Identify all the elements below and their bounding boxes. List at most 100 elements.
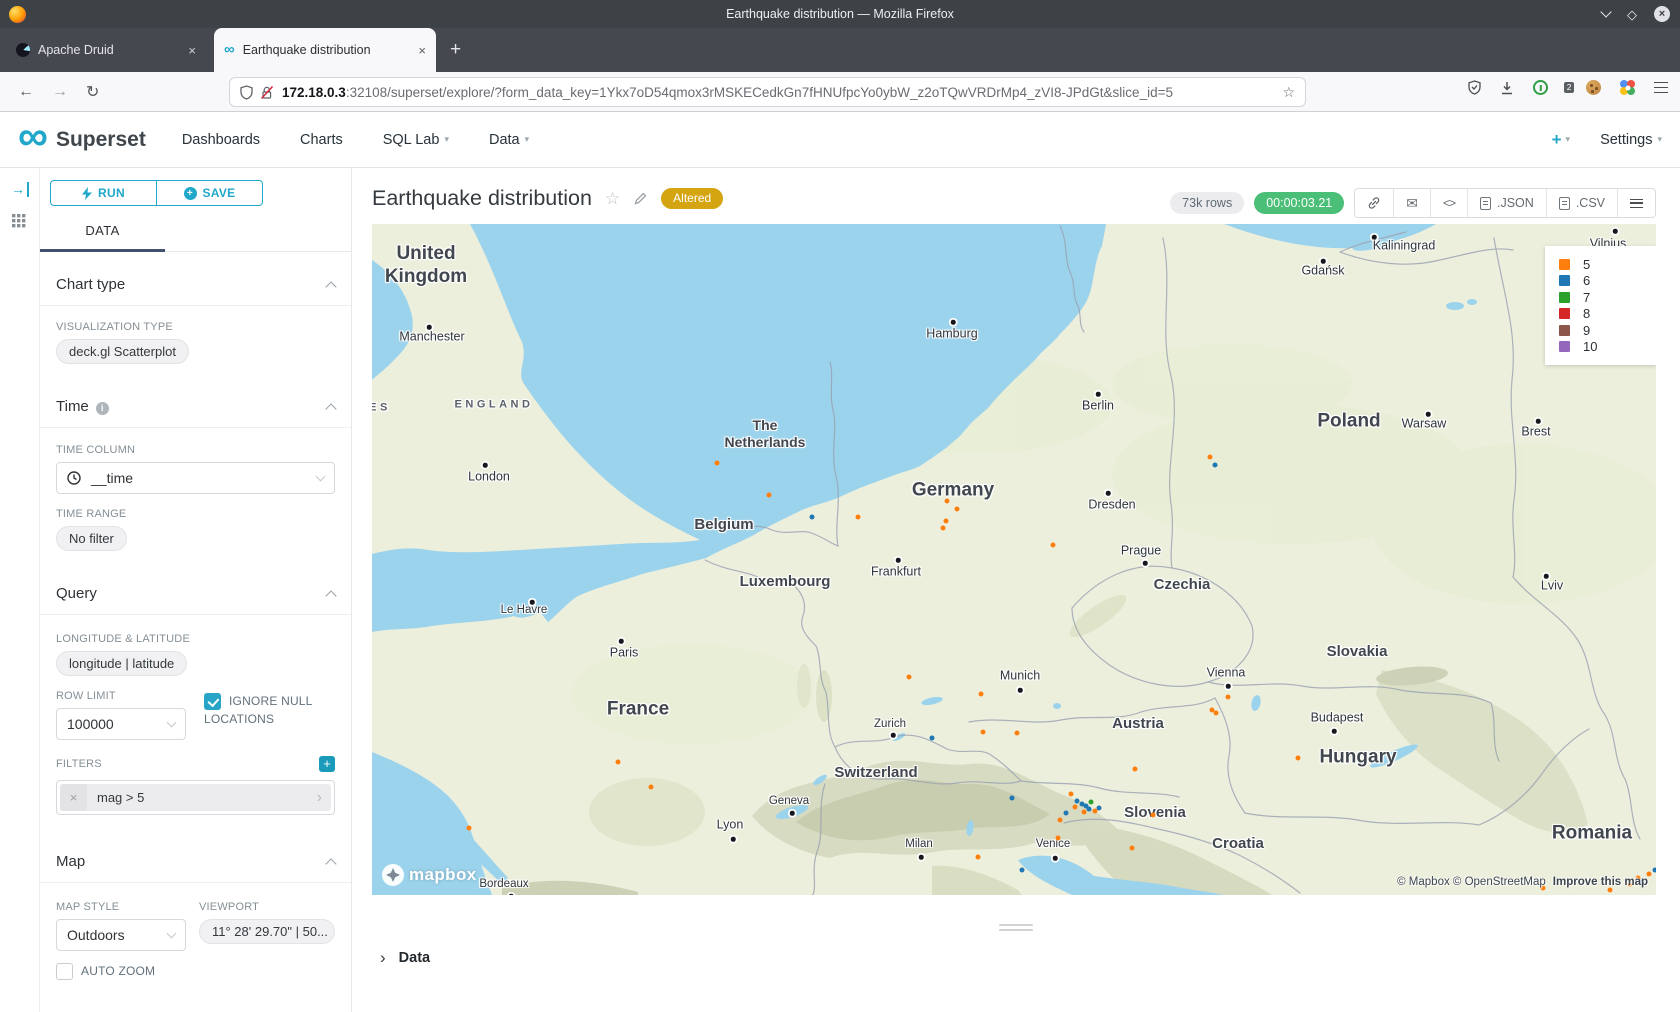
nav-item-charts[interactable]: Charts [300, 132, 343, 148]
data-point [810, 515, 815, 520]
add-filter-button[interactable]: + [319, 756, 335, 772]
pocket-shield-icon[interactable] [1468, 80, 1481, 95]
code-icon: <> [1443, 196, 1455, 210]
data-section-toggle[interactable]: › Data [380, 948, 430, 968]
ignore-null-checkbox[interactable] [204, 693, 221, 710]
map-label: Berlin [1082, 399, 1114, 414]
data-point [715, 461, 720, 466]
viewport-value[interactable]: 11° 28' 29.70" | 50... [199, 919, 335, 944]
section-query[interactable]: Query [56, 585, 335, 602]
row-limit-select[interactable]: 100000 [56, 708, 186, 740]
map-canvas[interactable]: United KingdomManchesterENGLANDLondonESL… [372, 224, 1656, 895]
data-point [1213, 463, 1218, 468]
reload-icon[interactable]: ↻ [86, 82, 99, 102]
data-point [1058, 818, 1063, 823]
new-tab-button[interactable]: + [450, 39, 461, 61]
map-label: Gdańsk [1301, 264, 1344, 279]
collapse-panel-icon[interactable]: → [11, 182, 29, 197]
nav-item-sql-lab[interactable]: SQL Lab▾ [383, 132, 449, 148]
filter-expand-icon[interactable]: › [317, 789, 331, 807]
remove-filter-icon[interactable]: × [60, 784, 87, 811]
data-point [941, 526, 946, 531]
data-point [1064, 811, 1069, 816]
favorite-star-icon[interactable]: ☆ [605, 189, 620, 209]
mapbox-logo[interactable]: mapbox [382, 864, 477, 886]
copy-link-button[interactable] [1355, 189, 1393, 217]
panel-drag-handle[interactable] [999, 924, 1033, 934]
legend-item[interactable]: 5 [1559, 256, 1656, 273]
window-close-icon[interactable]: × [1654, 6, 1670, 22]
legend-item[interactable]: 9 [1559, 322, 1656, 339]
superset-logo-icon[interactable]: ∞ [18, 121, 48, 151]
legend-item[interactable]: 6 [1559, 273, 1656, 290]
brand-name[interactable]: Superset [56, 128, 146, 152]
section-time[interactable]: Timei [56, 398, 335, 415]
add-new-button[interactable]: +▾ [1552, 130, 1570, 150]
embed-code-button[interactable]: <> [1430, 189, 1467, 217]
colorful-extension-icon[interactable] [1620, 80, 1635, 95]
data-point [1089, 800, 1094, 805]
map-label: Warsaw [1402, 417, 1447, 432]
extension-green-icon[interactable] [1533, 80, 1548, 95]
chart-menu-button[interactable] [1617, 189, 1655, 217]
section-chart-type[interactable]: Chart type [56, 276, 335, 293]
legend-item[interactable]: 10 [1559, 339, 1656, 356]
map-label: Luxembourg [740, 573, 831, 591]
back-icon[interactable]: ← [18, 83, 34, 101]
browser-tab-earthquake[interactable]: ∞ Earthquake distribution × [214, 28, 436, 72]
filter-item[interactable]: × mag > 5 › [60, 784, 331, 811]
mapbox-wordmark: mapbox [409, 865, 477, 885]
map-style-select[interactable]: Outdoors [56, 919, 186, 951]
forward-icon[interactable]: → [52, 83, 68, 101]
nav-item-data[interactable]: Data▾ [489, 132, 529, 148]
map-attribution: © Mapbox © OpenStreetMap [1397, 876, 1546, 888]
map-label: Switzerland [834, 764, 917, 782]
city-dot [919, 855, 924, 860]
auto-zoom-checkbox[interactable] [56, 963, 73, 980]
altered-badge[interactable]: Altered [661, 188, 723, 209]
chart-title: Earthquake distribution [372, 186, 592, 211]
save-button[interactable]: + SAVE [157, 180, 263, 206]
lonlat-value[interactable]: longitude | latitude [56, 651, 187, 676]
legend-label: 10 [1583, 339, 1597, 354]
export-csv-button[interactable]: .CSV [1546, 189, 1617, 217]
section-map[interactable]: Map [56, 853, 335, 870]
tab-data[interactable]: DATA [40, 223, 165, 238]
map-label: Brest [1521, 425, 1550, 440]
map-label: Croatia [1212, 835, 1264, 853]
data-point [981, 730, 986, 735]
bookmark-star-icon[interactable]: ☆ [1282, 84, 1295, 101]
settings-menu[interactable]: Settings▾ [1600, 132, 1662, 148]
map-label: Germany [912, 480, 994, 503]
nav-item-dashboards[interactable]: Dashboards [182, 132, 260, 148]
city-dot [1143, 561, 1148, 566]
tab-close-icon[interactable]: × [188, 43, 196, 58]
export-json-button[interactable]: .JSON [1467, 189, 1546, 217]
run-button[interactable]: RUN [50, 180, 157, 206]
edit-title-icon[interactable] [633, 191, 648, 206]
time-column-select[interactable]: __time [56, 462, 335, 494]
viz-type-value[interactable]: deck.gl Scatterplot [56, 339, 189, 364]
window-minimize-icon[interactable] [1600, 6, 1611, 17]
browser-tab-druid[interactable]: Apache Druid × [6, 32, 206, 68]
map-label: Paris [610, 646, 638, 661]
email-button[interactable]: ✉ [1393, 189, 1430, 217]
city-dot [619, 639, 624, 644]
url-bar[interactable]: 172.18.0.3 :32108/superset/explore/?form… [230, 78, 1305, 106]
download-icon[interactable] [1500, 81, 1514, 95]
time-range-value[interactable]: No filter [56, 526, 127, 551]
tracking-protection-shield-icon[interactable] [240, 85, 253, 100]
map-label: ES [372, 401, 391, 414]
browser-menu-icon[interactable] [1654, 82, 1668, 93]
dataset-grid-icon[interactable] [12, 214, 26, 228]
insecure-lock-icon[interactable] [260, 85, 274, 100]
cookie-extension-icon[interactable] [1586, 80, 1601, 95]
data-point [1214, 711, 1219, 716]
url-path: :32108/superset/explore/?form_data_key=1… [346, 85, 1173, 100]
menu-icon [1630, 199, 1643, 208]
tab-close-icon[interactable]: × [418, 43, 426, 58]
window-maximize-icon[interactable]: ◇ [1627, 8, 1637, 21]
improve-map-link[interactable]: Improve this map [1553, 876, 1648, 888]
legend-item[interactable]: 8 [1559, 306, 1656, 323]
legend-item[interactable]: 7 [1559, 289, 1656, 306]
